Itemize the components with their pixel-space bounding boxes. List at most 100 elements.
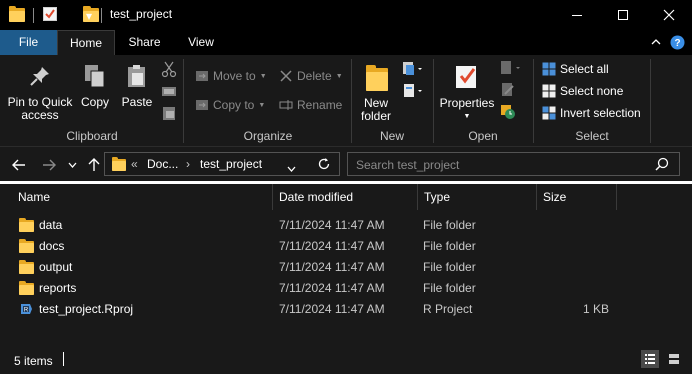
- help-icon[interactable]: ?: [670, 35, 685, 50]
- select-none-label: Select none: [560, 84, 624, 98]
- copy-path-icon[interactable]: [160, 82, 178, 100]
- paste-icon: [125, 63, 149, 92]
- back-arrow-icon[interactable]: [10, 155, 28, 175]
- select-none-button[interactable]: Select none: [542, 82, 623, 100]
- recent-locations-chevron-icon[interactable]: [66, 155, 78, 175]
- select-none-icon: [542, 84, 556, 98]
- pin-to-quick-access-button[interactable]: Pin to Quick access: [4, 55, 76, 127]
- select-group-label: Select: [575, 129, 609, 143]
- search-icon[interactable]: [655, 157, 669, 174]
- folder-icon: [19, 260, 34, 274]
- column-header-type[interactable]: Type: [424, 190, 450, 204]
- move-to-label: Move to: [213, 69, 256, 83]
- pin-icon: [29, 65, 51, 90]
- properties-button[interactable]: Properties ▼: [437, 55, 497, 127]
- delete-icon: [279, 69, 293, 83]
- tab-file[interactable]: File: [0, 30, 57, 55]
- file-date-modified: 7/11/2024 11:47 AM: [279, 302, 385, 316]
- history-icon[interactable]: [500, 104, 516, 120]
- maximize-button[interactable]: [600, 0, 646, 30]
- tab-view[interactable]: View: [174, 30, 228, 55]
- invert-selection-button[interactable]: Invert selection: [542, 104, 641, 122]
- column-header-name[interactable]: Name: [18, 190, 50, 204]
- invert-selection-label: Invert selection: [560, 106, 641, 120]
- cut-icon[interactable]: [160, 60, 178, 78]
- up-arrow-icon[interactable]: [86, 155, 102, 175]
- file-row-rproj[interactable]: R test_project.Rproj 7/11/2024 11:47 AM …: [0, 299, 692, 320]
- refresh-icon[interactable]: [317, 157, 331, 174]
- file-type: File folder: [423, 239, 476, 253]
- paste-label: Paste: [121, 95, 153, 109]
- qat-customize-dropdown[interactable]: ▾: [86, 7, 92, 25]
- file-type: File folder: [423, 260, 476, 274]
- file-row-reports[interactable]: reports 7/11/2024 11:47 AM File folder: [0, 278, 692, 299]
- column-header-date-modified[interactable]: Date modified: [279, 190, 353, 204]
- qat-separator: [101, 8, 102, 23]
- open-icon[interactable]: [500, 60, 522, 76]
- properties-qat-icon[interactable]: [42, 6, 58, 22]
- address-bar[interactable]: « Doc... › test_project: [104, 152, 340, 176]
- easy-access-icon[interactable]: [402, 83, 424, 99]
- column-separator[interactable]: [272, 184, 273, 210]
- file-date-modified: 7/11/2024 11:47 AM: [279, 239, 385, 253]
- rename-button[interactable]: Rename: [279, 96, 342, 114]
- breadcrumb-documents[interactable]: Doc...: [147, 157, 178, 171]
- copy-button[interactable]: Copy: [78, 55, 112, 127]
- folder-icon: [112, 157, 126, 171]
- copy-to-button[interactable]: Copy to ▼: [195, 96, 265, 114]
- ribbon: Pin to Quick access Copy Paste Clipboard…: [0, 55, 692, 147]
- window-title: test_project: [110, 7, 173, 21]
- item-count: 5 items: [14, 354, 53, 368]
- paste-shortcut-icon[interactable]: [160, 104, 178, 122]
- breadcrumb-overflow[interactable]: «: [131, 157, 138, 171]
- column-separator[interactable]: [616, 184, 617, 210]
- large-icons-view-icon[interactable]: [665, 350, 683, 368]
- file-name: reports: [39, 281, 77, 295]
- rename-icon: [279, 98, 293, 112]
- column-separator[interactable]: [417, 184, 418, 210]
- address-dropdown-icon[interactable]: [287, 161, 296, 175]
- svg-text:R: R: [24, 308, 29, 314]
- copy-icon: [83, 63, 107, 92]
- copy-label: Copy: [80, 95, 109, 109]
- file-name: test_project.Rproj: [39, 302, 134, 316]
- pin-label-line2: access: [21, 108, 59, 122]
- breadcrumb-test-project[interactable]: test_project: [200, 157, 262, 171]
- search-input[interactable]: Search test_project: [347, 152, 680, 176]
- close-button[interactable]: [646, 0, 692, 30]
- select-all-icon: [542, 62, 556, 76]
- breadcrumb-separator-icon[interactable]: ›: [186, 157, 190, 171]
- status-separator: [63, 352, 64, 366]
- forward-arrow-icon[interactable]: [40, 155, 58, 175]
- qat-separator: [33, 8, 34, 23]
- group-separator: [650, 59, 651, 143]
- organize-group-label: Organize: [243, 129, 293, 143]
- column-separator[interactable]: [536, 184, 537, 210]
- new-item-icon[interactable]: [402, 61, 424, 77]
- file-name: docs: [39, 239, 65, 253]
- file-date-modified: 7/11/2024 11:47 AM: [279, 218, 385, 232]
- select-all-button[interactable]: Select all: [542, 60, 609, 78]
- open-group-label: Open: [468, 129, 498, 143]
- clipboard-group-label: Clipboard: [66, 129, 118, 143]
- details-view-icon[interactable]: [641, 350, 659, 368]
- chevron-up-icon[interactable]: [650, 36, 662, 48]
- tab-home[interactable]: Home: [57, 30, 115, 55]
- paste-button[interactable]: Paste: [118, 55, 156, 127]
- move-to-button[interactable]: Move to ▼: [195, 67, 267, 85]
- delete-button[interactable]: Delete ▼: [279, 67, 343, 85]
- tab-share[interactable]: Share: [117, 30, 172, 55]
- new-folder-button[interactable]: New folder: [354, 55, 398, 127]
- new-folder-label-line2: folder: [360, 109, 392, 123]
- copy-to-icon: [195, 98, 209, 112]
- file-type: R Project: [423, 302, 473, 316]
- column-header-size[interactable]: Size: [543, 190, 566, 204]
- minimize-button[interactable]: [554, 0, 600, 30]
- file-row-docs[interactable]: docs 7/11/2024 11:47 AM File folder: [0, 236, 692, 257]
- file-row-output[interactable]: output 7/11/2024 11:47 AM File folder: [0, 257, 692, 278]
- file-row-data[interactable]: data 7/11/2024 11:47 AM File folder: [0, 215, 692, 236]
- new-group-label: New: [379, 129, 404, 143]
- file-list: Name Date modified Type Size data 7/11/2…: [0, 184, 692, 344]
- properties-label: Properties: [439, 96, 495, 110]
- edit-icon[interactable]: [500, 82, 516, 98]
